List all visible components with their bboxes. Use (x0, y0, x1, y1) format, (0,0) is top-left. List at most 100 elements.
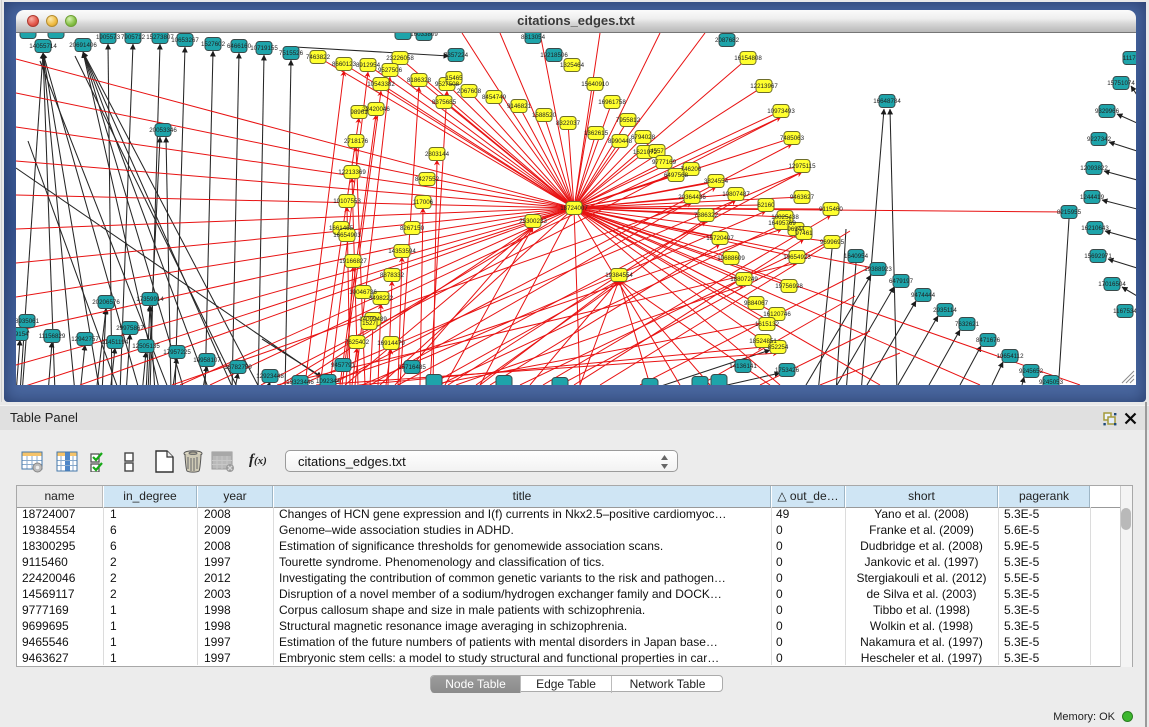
svg-text:19756928: 19756928 (775, 283, 803, 290)
svg-text:10719155: 10719155 (250, 45, 278, 52)
svg-text:17957225: 17957225 (163, 349, 191, 356)
svg-text:12505135: 12505135 (132, 343, 160, 350)
svg-text:3824554: 3824554 (704, 178, 729, 185)
svg-text:17359914: 17359914 (136, 296, 164, 303)
svg-text:9457791: 9457791 (331, 362, 356, 369)
svg-text:19218506: 19218506 (540, 52, 568, 59)
svg-text:16648784: 16648784 (873, 98, 901, 105)
svg-text:9463627: 9463627 (790, 194, 815, 201)
svg-text:1244419: 1244419 (1080, 194, 1105, 201)
svg-text:1325464: 1325464 (560, 62, 585, 69)
svg-text:7386322: 7386322 (694, 212, 719, 219)
svg-text:10543382: 10543382 (367, 81, 395, 88)
svg-text:8215955: 8215955 (1057, 209, 1082, 216)
svg-text:15716485: 15716485 (398, 364, 426, 371)
svg-text:1588520: 1588520 (532, 112, 557, 119)
svg-text:19323446: 19323446 (286, 379, 314, 385)
svg-text:10807487: 10807487 (722, 191, 750, 198)
svg-text:7463822: 7463822 (306, 54, 331, 61)
svg-text:1905573: 1905573 (96, 34, 121, 41)
svg-text:2067608: 2067608 (457, 88, 482, 95)
svg-text:1092344: 1092344 (316, 378, 341, 385)
svg-text:16914479: 16914479 (377, 340, 405, 347)
svg-text:9474444: 9474444 (911, 292, 936, 299)
svg-text:8427552: 8427552 (415, 176, 440, 183)
svg-text:1527602: 1527602 (201, 41, 226, 48)
svg-text:12213369: 12213369 (338, 169, 366, 176)
svg-text:10107553: 10107553 (333, 198, 361, 205)
svg-text:7485063: 7485063 (780, 135, 805, 142)
svg-text:16654903: 16654903 (333, 232, 361, 239)
svg-text:15720407: 15720407 (706, 235, 734, 242)
svg-text:23226058: 23226058 (386, 55, 414, 62)
svg-text:16961758: 16961758 (598, 99, 626, 106)
svg-text:8322037: 8322037 (556, 120, 581, 127)
svg-text:9115460: 9115460 (819, 206, 843, 213)
svg-text:6497568: 6497568 (664, 172, 689, 179)
svg-text:2087682: 2087682 (715, 37, 740, 44)
svg-text:15751074: 15751074 (1107, 80, 1135, 87)
svg-text:6794028: 6794028 (631, 134, 656, 141)
svg-text:20206576: 20206576 (92, 299, 120, 306)
svg-text:10653267: 10653267 (171, 37, 199, 44)
svg-text:7955812: 7955812 (616, 117, 641, 124)
svg-text:1615132: 1615132 (755, 321, 780, 328)
svg-text:9527508: 9527508 (435, 81, 460, 88)
svg-text:17016504: 17016504 (1098, 281, 1126, 288)
svg-text:12923448: 12923448 (256, 373, 284, 380)
svg-text:2718176: 2718176 (344, 138, 369, 145)
svg-text:16033809: 16033809 (410, 33, 438, 38)
svg-text:2803144: 2803144 (425, 151, 450, 158)
svg-text:1661465: 1661465 (329, 225, 354, 232)
svg-text:19166827: 19166827 (339, 258, 367, 265)
svg-text:9329966: 9329966 (1095, 108, 1120, 115)
svg-text:1167534: 1167534 (1113, 308, 1136, 315)
svg-text:39154: 39154 (16, 331, 29, 338)
svg-text:20691406: 20691406 (69, 42, 97, 49)
svg-text:97461: 97461 (795, 230, 813, 237)
svg-text:9245652: 9245652 (1019, 368, 1044, 375)
svg-text:15465: 15465 (445, 75, 463, 82)
svg-text:16210643: 16210643 (1081, 225, 1109, 232)
svg-text:16120746: 16120746 (763, 311, 791, 318)
svg-text:25300233: 25300233 (519, 218, 547, 225)
svg-text:98961: 98961 (350, 109, 368, 116)
svg-text:20053346: 20053346 (149, 127, 177, 134)
svg-text:1527: 1527 (362, 320, 376, 327)
svg-text:7905712: 7905712 (121, 34, 146, 41)
svg-text:10688609: 10688609 (717, 255, 745, 262)
svg-text:8990448: 8990448 (608, 138, 633, 145)
svg-text:3498222: 3498222 (369, 295, 394, 302)
svg-text:12213967: 12213967 (750, 83, 778, 90)
svg-text:8267150: 8267150 (400, 225, 425, 232)
svg-text:9146821: 9146821 (507, 103, 532, 110)
svg-text:11174: 11174 (1123, 55, 1136, 62)
svg-text:29975867: 29975867 (116, 325, 144, 332)
svg-text:8813054: 8813054 (521, 34, 546, 41)
svg-text:7357224: 7357224 (444, 52, 469, 59)
svg-text:7632621: 7632621 (955, 321, 980, 328)
svg-text:6479197: 6479197 (889, 278, 914, 285)
svg-text:62160: 62160 (757, 202, 775, 209)
svg-text:9884067: 9884067 (744, 300, 769, 307)
svg-text:15273807: 15273807 (146, 34, 174, 41)
svg-text:8454749: 8454749 (482, 94, 507, 101)
svg-text:8471676: 8471676 (976, 337, 1001, 344)
svg-text:9699695: 9699695 (820, 239, 845, 246)
svg-text:1362615: 1362615 (584, 130, 609, 137)
svg-text:16154808: 16154808 (734, 55, 762, 62)
svg-text:19384554: 19384554 (605, 272, 633, 279)
svg-text:852254: 852254 (768, 344, 789, 351)
svg-text:9527506: 9527506 (378, 67, 403, 74)
svg-text:4557: 4557 (650, 148, 664, 155)
svg-text:2935114: 2935114 (933, 307, 957, 314)
svg-text:12975115: 12975115 (788, 163, 816, 170)
svg-text:9777169: 9777169 (652, 159, 677, 166)
svg-text:8375685: 8375685 (432, 99, 457, 106)
svg-text:117006: 117006 (413, 199, 434, 206)
svg-text:7515526: 7515526 (279, 50, 304, 57)
svg-text:18724007: 18724007 (560, 205, 588, 212)
svg-text:8912954: 8912954 (356, 62, 381, 69)
svg-text:8878332: 8878332 (380, 272, 405, 279)
svg-text:9245053: 9245053 (1039, 379, 1064, 385)
